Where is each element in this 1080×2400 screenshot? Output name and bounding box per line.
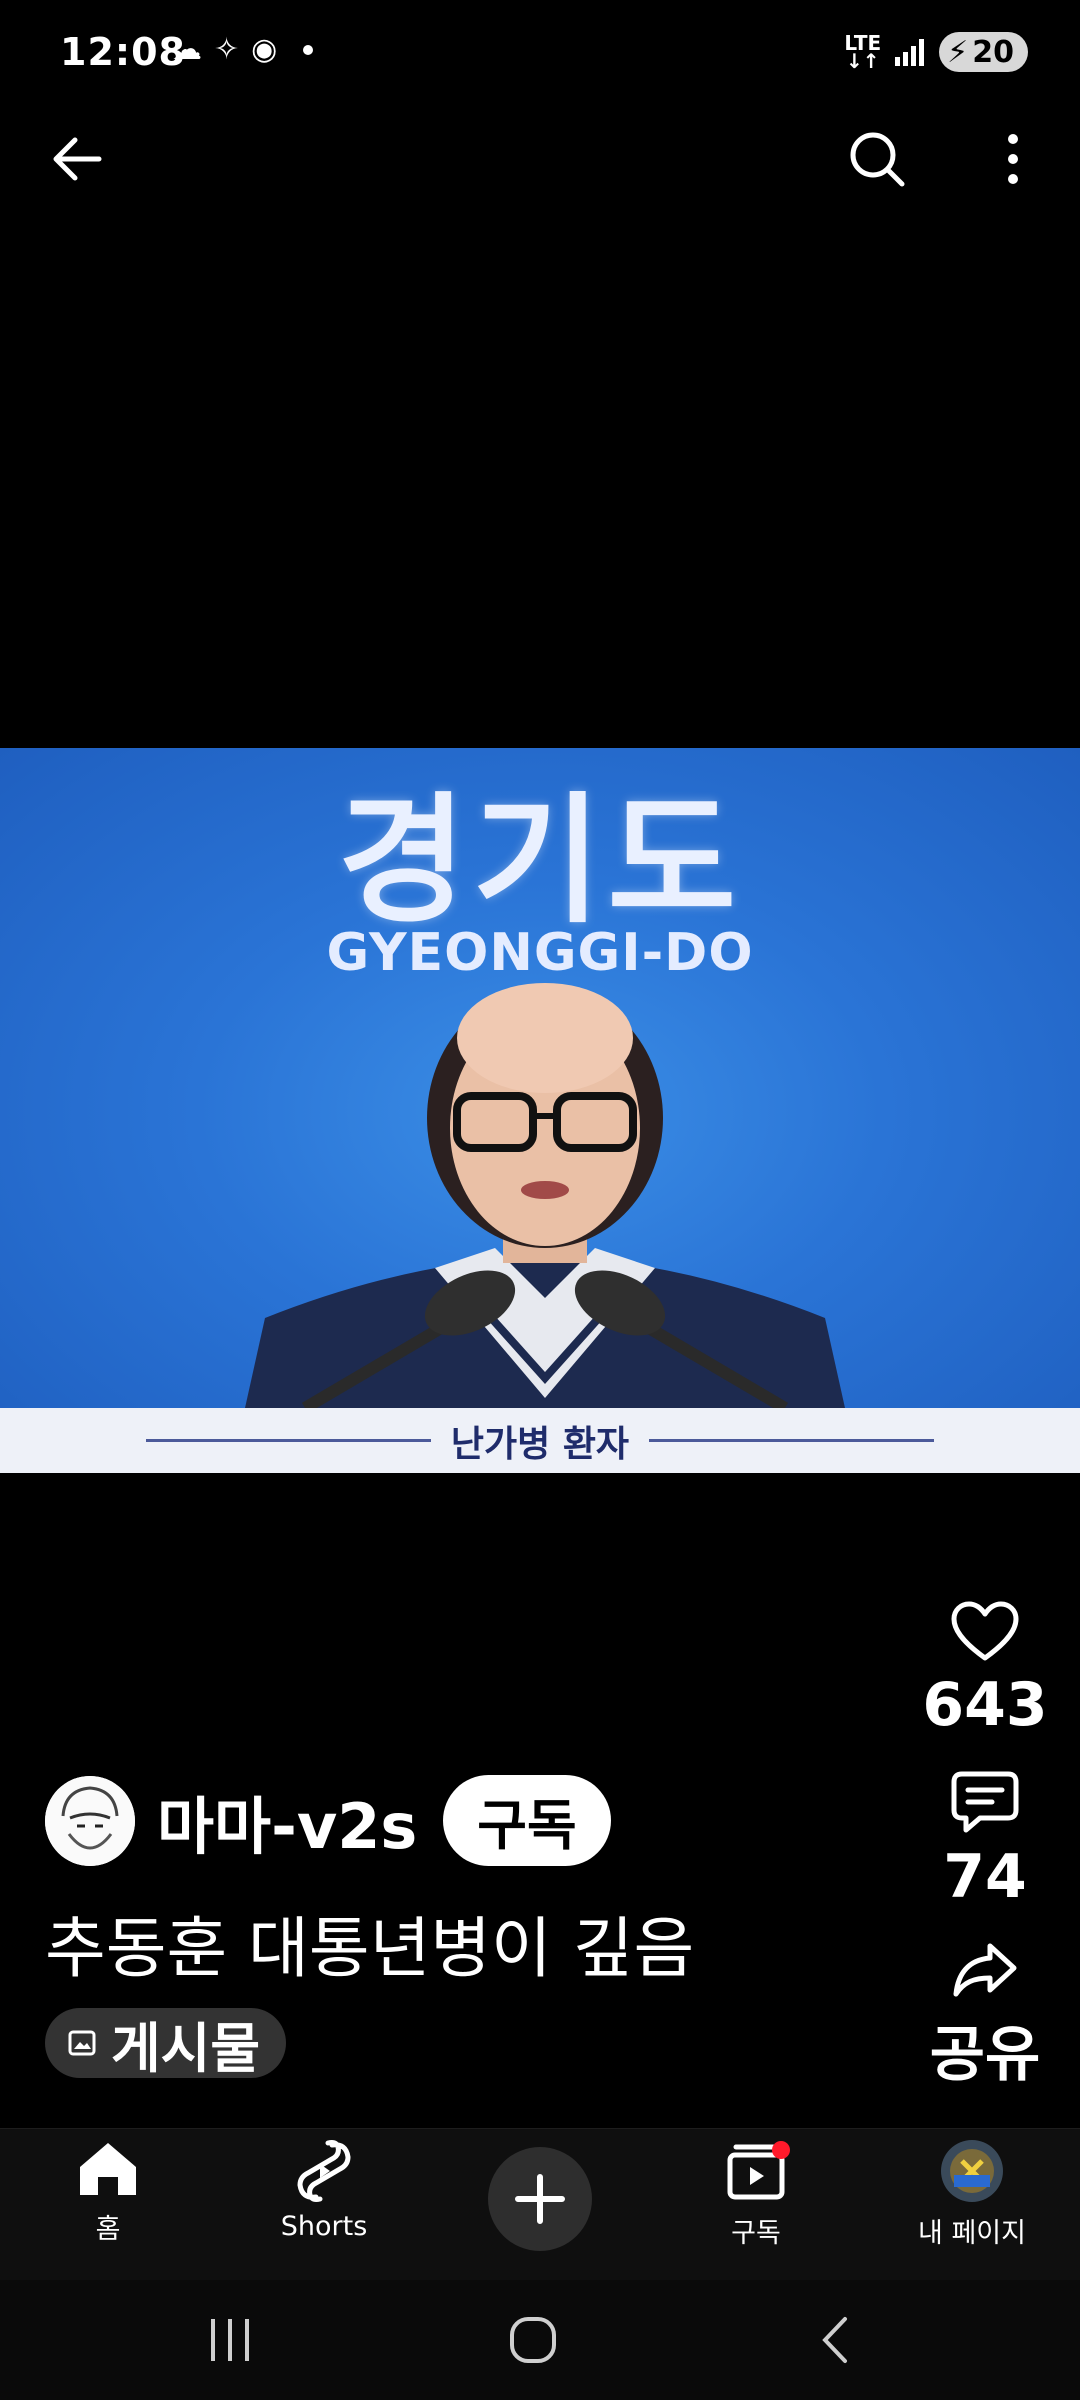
nav-subscriptions[interactable]: 구독	[666, 2139, 846, 2250]
like-count: 643	[922, 1670, 1048, 1740]
recent-apps-button[interactable]	[205, 2315, 255, 2369]
new-content-dot	[772, 2141, 790, 2159]
like-button[interactable]	[920, 1600, 1050, 1664]
like-action: 643	[920, 1600, 1050, 1740]
channel-avatar[interactable]	[45, 1775, 135, 1866]
nav-my-page[interactable]: 내 페이지	[882, 2139, 1062, 2250]
share-button[interactable]	[920, 1940, 1050, 2000]
subscribe-button[interactable]: 구독	[443, 1775, 611, 1866]
app-badge-icon: ◉	[251, 32, 278, 67]
profile-avatar-icon	[941, 2140, 1003, 2202]
home-system-button[interactable]	[508, 2315, 558, 2369]
plus-icon	[515, 2174, 565, 2224]
comment-button[interactable]	[920, 1770, 1050, 1836]
nav-my-page-label: 내 페이지	[918, 2218, 1026, 2249]
create-button[interactable]	[488, 2147, 592, 2251]
video-caption-text: 난가병 환자	[450, 1423, 630, 1465]
channel-row: 마마-v2s 구독	[45, 1775, 611, 1866]
nav-subscriptions-label: 구독	[731, 2218, 781, 2249]
video-overlay-title-en: GYEONGGI-DO	[326, 923, 754, 983]
bottom-navigation: 홈 Shorts 구독 내 페이지	[0, 2128, 1080, 2281]
charging-icon: ⚡	[947, 34, 969, 70]
status-bar: 12:08 ☁ ✧ ◉ LTE ↓↑ ⚡ 20	[0, 0, 1080, 110]
comment-icon	[951, 1771, 1019, 1833]
search-button[interactable]	[842, 124, 912, 194]
recent-apps-icon	[211, 2319, 249, 2361]
signal-icon	[895, 39, 925, 66]
more-vertical-icon	[1008, 134, 1018, 184]
search-icon	[850, 132, 905, 187]
post-chip-label: 게시물	[111, 2016, 261, 2080]
share-icon	[953, 1943, 1017, 1997]
share-label: 공유	[929, 2020, 1041, 2090]
comment-action: 74	[920, 1770, 1050, 1912]
status-time: 12:08	[60, 30, 186, 74]
share-action: 공유	[920, 1940, 1050, 2093]
video-overlay-title-ko: 경기도	[337, 780, 743, 943]
back-system-button[interactable]	[815, 2315, 855, 2369]
speaker-figure	[245, 983, 845, 1408]
more-notifications-dot	[303, 44, 314, 55]
channel-name[interactable]: 마마-v2s	[157, 1776, 417, 1866]
sparkle-search-icon: ✧	[214, 32, 240, 67]
video-caption-bar: 난가병 환자	[0, 1408, 1080, 1473]
battery-indicator: ⚡ 20	[939, 32, 1028, 72]
post-chip[interactable]: 게시물	[45, 2008, 287, 2080]
back-button[interactable]	[42, 124, 112, 194]
network-type: LTE ↓↑	[844, 31, 882, 73]
nav-shorts-label: Shorts	[280, 2211, 368, 2242]
notification-icons: ☁ ✧ ◉	[172, 32, 314, 67]
avatar-illustration	[45, 1775, 135, 1866]
system-navigation-bar	[0, 2280, 1080, 2400]
comment-count: 74	[943, 1842, 1027, 1912]
nav-home[interactable]: 홈	[18, 2139, 198, 2246]
home-circle-icon	[510, 2317, 556, 2363]
video-player[interactable]: 경기도 GYEONGGI-DO 난가병 환자	[0, 748, 1080, 1473]
image-icon	[68, 2030, 96, 2056]
cloud-icon: ☁	[172, 32, 202, 67]
shorts-icon	[297, 2140, 351, 2202]
caption-divider-left	[145, 1439, 431, 1442]
home-icon	[80, 2143, 136, 2195]
caption-divider-right	[649, 1439, 935, 1442]
system-status: LTE ↓↑ ⚡ 20	[844, 32, 1028, 72]
heart-icon	[951, 1601, 1019, 1661]
battery-level: 20	[972, 34, 1014, 70]
back-arrow-icon	[53, 137, 102, 181]
nav-home-label: 홈	[95, 2214, 121, 2245]
more-options-button[interactable]	[978, 124, 1048, 194]
nav-shorts[interactable]: Shorts	[234, 2139, 414, 2242]
back-chevron-icon	[822, 2317, 847, 2363]
video-title[interactable]: 추동훈 대통년병이 깊음	[45, 1895, 694, 1991]
shorts-player-screen: 12:08 ☁ ✧ ◉ LTE ↓↑ ⚡ 20 경기도 GYEONGGI-DO …	[0, 0, 1080, 2400]
